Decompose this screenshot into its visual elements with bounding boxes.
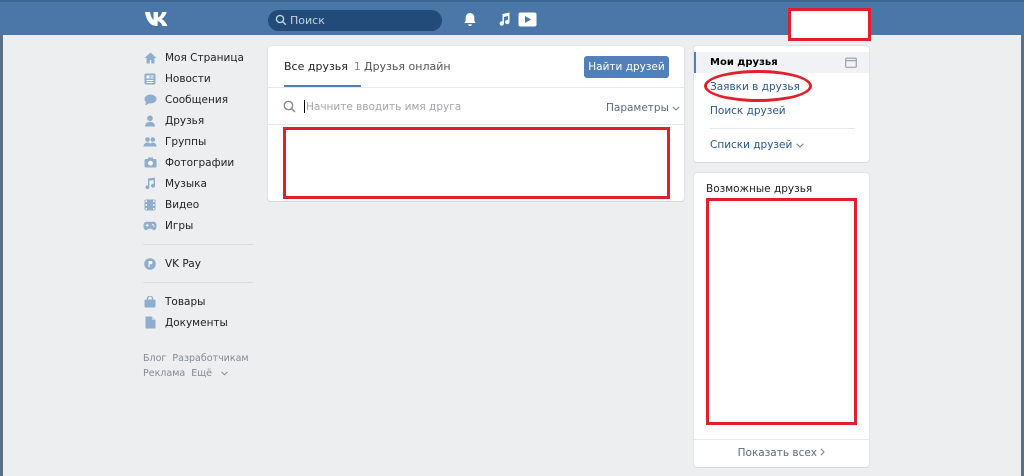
nav-item-label: Моя Страница	[165, 51, 244, 64]
menu-item-search-friends[interactable]: Поиск друзей	[710, 105, 786, 117]
tab-all-friends-label: Все друзья	[284, 60, 348, 73]
chevron-right-icon	[820, 448, 826, 456]
menu-divider	[710, 128, 855, 129]
nav-item-label: VK Pay	[165, 257, 201, 270]
nav-item-label: Игры	[165, 219, 194, 232]
nav-item-vk-pay[interactable]: VK Pay	[143, 253, 255, 274]
user-profile-redacted[interactable]	[788, 8, 871, 41]
footer-link-more-label: Ещё	[191, 368, 212, 379]
nav-item-label: Видео	[165, 198, 200, 211]
nav-divider	[143, 282, 253, 283]
music-icon	[143, 177, 157, 191]
friend-search-bar: Параметры	[268, 89, 684, 125]
nav-item-label: Друзья	[165, 114, 205, 127]
menu-item-my-friends[interactable]: Мои друзья	[710, 57, 778, 68]
nav-item-label: Сообщения	[165, 93, 229, 106]
search-icon	[283, 100, 296, 113]
messages-icon	[143, 93, 157, 107]
music-note-icon[interactable]	[498, 12, 511, 27]
chevron-down-icon	[221, 371, 228, 376]
nav-item-messages[interactable]: Сообщения	[143, 89, 255, 110]
nav-footer-links: Блог Разработчикам Реклама Ещё	[143, 351, 255, 381]
games-icon	[143, 219, 157, 233]
left-navigation: Моя Страница Новости Сообщения Друзья Гр…	[143, 47, 255, 381]
footer-link-blog[interactable]: Блог	[143, 353, 166, 364]
nav-item-groups[interactable]: Группы	[143, 131, 255, 152]
nav-item-label: Фотографии	[165, 156, 235, 169]
tab-all-friends[interactable]: Все друзья 1	[284, 60, 361, 73]
nav-item-label: Товары	[165, 295, 206, 308]
text-cursor	[304, 100, 305, 113]
possible-friends-redacted	[706, 198, 857, 425]
friends-icon	[143, 114, 157, 128]
find-friends-button[interactable]: Найти друзей	[584, 56, 669, 78]
nav-item-video[interactable]: Видео	[143, 194, 255, 215]
parameters-label: Параметры	[606, 102, 669, 114]
nav-item-label: Новости	[165, 72, 211, 85]
documents-icon	[143, 316, 157, 330]
photos-icon	[143, 156, 157, 170]
vk-pay-icon	[143, 257, 157, 271]
footer-link-more[interactable]: Ещё	[191, 368, 228, 379]
friends-tabs: Все друзья 1 Друзья онлайн Найти друзей	[268, 46, 684, 88]
friend-search-input[interactable]	[306, 98, 576, 116]
groups-icon	[143, 135, 157, 149]
calendar-icon[interactable]	[845, 57, 857, 68]
goods-icon	[143, 295, 157, 309]
nav-item-photos[interactable]: Фотографии	[143, 152, 255, 173]
active-tab-underline	[284, 85, 361, 87]
highlight-ellipse-annotation	[704, 70, 812, 102]
friend-lists-label: Списки друзей	[710, 139, 793, 151]
friends-main-panel: Все друзья 1 Друзья онлайн Найти друзей П…	[268, 46, 684, 201]
vk-logo-icon[interactable]	[144, 10, 172, 28]
search-icon	[275, 14, 287, 26]
nav-item-music[interactable]: Музыка	[143, 173, 255, 194]
friend-list-redacted	[283, 127, 670, 199]
notifications-bell-icon[interactable]	[463, 12, 477, 27]
nav-item-documents[interactable]: Документы	[143, 312, 255, 333]
header-search[interactable]	[268, 10, 442, 31]
nav-item-label: Музыка	[165, 177, 207, 190]
nav-divider	[143, 244, 253, 245]
footer-link-ads[interactable]: Реклама	[143, 368, 185, 379]
footer-link-developers[interactable]: Разработчикам	[172, 353, 248, 364]
show-all-label: Показать всех	[737, 447, 818, 459]
nav-item-label: Документы	[165, 316, 228, 329]
header-search-input[interactable]	[290, 12, 435, 29]
nav-item-label: Группы	[165, 135, 207, 148]
window-edge-left	[0, 0, 3, 476]
possible-friends-panel: Возможные друзья Показать всех	[694, 173, 869, 467]
menu-item-friend-lists[interactable]: Списки друзей	[710, 139, 804, 151]
nav-item-goods[interactable]: Товары	[143, 291, 255, 312]
video-icon	[143, 198, 157, 212]
chevron-down-icon	[796, 143, 804, 148]
nav-item-friends[interactable]: Друзья	[143, 110, 255, 131]
nav-item-news[interactable]: Новости	[143, 68, 255, 89]
video-play-icon[interactable]	[518, 12, 537, 27]
tab-friends-online[interactable]: Друзья онлайн	[364, 60, 451, 73]
possible-friends-title: Возможные друзья	[706, 183, 813, 195]
news-icon	[143, 72, 157, 86]
parameters-dropdown[interactable]: Параметры	[606, 102, 680, 114]
friends-menu-panel: Мои друзья Заявки в друзья Поиск друзей …	[694, 46, 869, 162]
show-all-button[interactable]: Показать всех	[694, 439, 869, 467]
chevron-down-icon	[672, 106, 680, 111]
nav-item-games[interactable]: Игры	[143, 215, 255, 236]
friends-count-badge: 1	[353, 60, 361, 73]
home-icon	[143, 51, 157, 65]
nav-item-my-page[interactable]: Моя Страница	[143, 47, 255, 68]
